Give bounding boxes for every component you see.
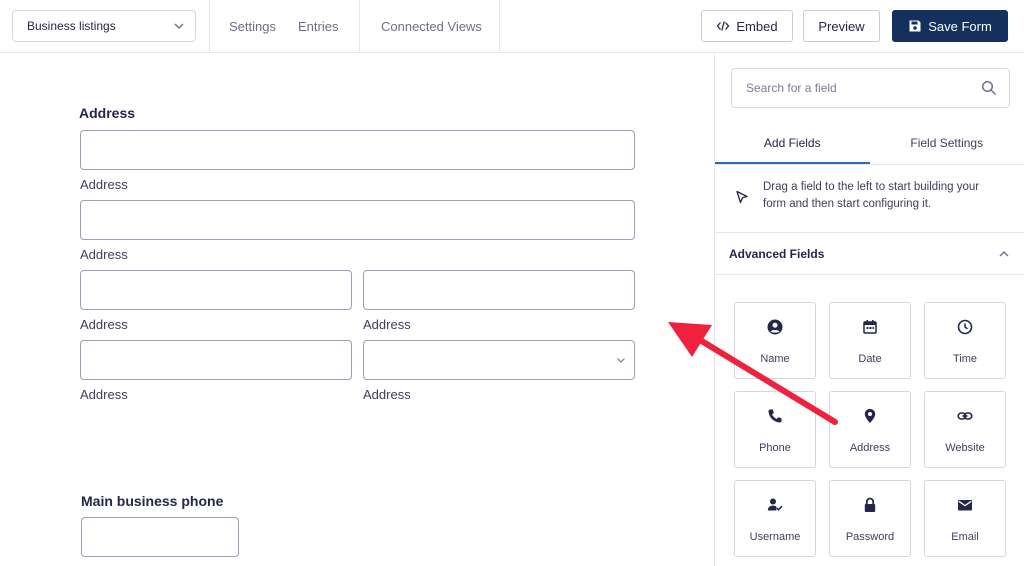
- field-tile-label: Username: [749, 531, 801, 543]
- address-country-select[interactable]: [363, 340, 635, 380]
- field-tile-username[interactable]: Username: [734, 480, 816, 557]
- field-tile-time[interactable]: Time: [924, 302, 1006, 379]
- address-line-1-label: Address: [80, 177, 128, 192]
- field-tile-label: Address: [849, 442, 891, 454]
- phone-field-title: Main business phone: [81, 493, 224, 509]
- field-search: [731, 68, 1010, 108]
- lock-icon: [864, 497, 876, 512]
- link-icon: [957, 412, 973, 420]
- address-zip-input[interactable]: [80, 340, 352, 380]
- drag-hint: Drag a field to the left to start buildi…: [715, 165, 1024, 233]
- chevron-down-icon: [174, 23, 184, 29]
- advanced-fields-title: Advanced Fields: [729, 246, 825, 261]
- save-form-button[interactable]: Save Form: [892, 10, 1008, 42]
- calendar-icon: [863, 320, 877, 334]
- field-tile-website[interactable]: Website: [924, 391, 1006, 468]
- map-pin-icon: [864, 409, 876, 423]
- divider: [499, 0, 500, 53]
- form-selector[interactable]: Business listings: [12, 10, 196, 42]
- field-tile-label: Date: [858, 353, 882, 365]
- address-line-2-label: Address: [80, 247, 128, 262]
- address-line-1-input[interactable]: [80, 130, 635, 170]
- address-zip-label: Address: [80, 387, 128, 402]
- field-tile-label: Phone: [759, 442, 791, 454]
- top-bar: Business listings Settings Entries Conne…: [0, 0, 1024, 53]
- field-tile-phone[interactable]: Phone: [734, 391, 816, 468]
- clock-icon: [957, 319, 973, 335]
- field-tile-label: Name: [760, 353, 790, 365]
- address-line-2-input[interactable]: [80, 200, 635, 240]
- embed-label: Embed: [736, 18, 778, 34]
- envelope-icon: [958, 500, 972, 511]
- field-tile-password[interactable]: Password: [829, 480, 911, 557]
- divider: [359, 0, 360, 53]
- code-icon: [717, 21, 730, 31]
- user-circle-icon: [767, 319, 783, 335]
- tab-add-fields[interactable]: Add Fields: [715, 124, 870, 164]
- preview-label: Preview: [818, 18, 865, 34]
- user-check-icon: [767, 498, 783, 511]
- field-tile-label: Time: [952, 353, 978, 365]
- divider: [209, 0, 210, 53]
- form-canvas: Address Address Address Address Address …: [0, 54, 714, 566]
- advanced-fields-header[interactable]: Advanced Fields: [715, 233, 1024, 275]
- sidebar-tabs: Add Fields Field Settings: [715, 124, 1024, 165]
- search-icon[interactable]: [981, 80, 997, 96]
- chevron-down-icon: [617, 358, 625, 363]
- form-selector-value: Business listings: [27, 19, 116, 33]
- drag-hint-text: Drag a field to the left to start buildi…: [763, 181, 980, 210]
- save-form-label: Save Form: [928, 18, 992, 34]
- field-sidebar: Add Fields Field Settings Drag a field t…: [714, 54, 1024, 566]
- nav-connected-views[interactable]: Connected Views: [381, 19, 482, 34]
- preview-button[interactable]: Preview: [803, 10, 880, 42]
- tab-field-settings[interactable]: Field Settings: [870, 124, 1024, 164]
- address-city-input[interactable]: [80, 270, 352, 310]
- chevron-up-icon[interactable]: [998, 248, 1010, 260]
- field-tile-email[interactable]: Email: [924, 480, 1006, 557]
- address-state-label: Address: [363, 317, 411, 332]
- embed-button[interactable]: Embed: [701, 10, 793, 42]
- field-tile-label: Email: [951, 531, 979, 543]
- field-tile-address[interactable]: Address: [829, 391, 911, 468]
- address-state-input[interactable]: [363, 270, 635, 310]
- phone-icon: [768, 409, 782, 423]
- cursor-icon: [736, 190, 748, 204]
- address-country-label: Address: [363, 387, 411, 402]
- field-search-input[interactable]: [746, 81, 981, 95]
- phone-input[interactable]: [81, 517, 239, 557]
- address-city-label: Address: [80, 317, 128, 332]
- field-tile-label: Website: [945, 442, 985, 454]
- address-field-title: Address: [79, 105, 136, 121]
- field-tile-label: Password: [845, 531, 895, 543]
- nav-entries[interactable]: Entries: [298, 19, 338, 34]
- save-icon: [909, 20, 921, 32]
- nav-settings[interactable]: Settings: [229, 19, 276, 34]
- field-tile-name[interactable]: Name: [734, 302, 816, 379]
- field-tile-date[interactable]: Date: [829, 302, 911, 379]
